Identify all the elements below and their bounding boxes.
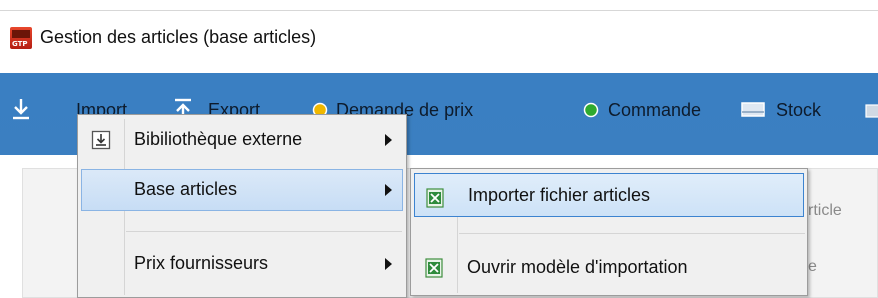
submenu-arrow-icon bbox=[385, 258, 392, 270]
window-title: Gestion des articles (base articles) bbox=[40, 27, 317, 47]
excel-icon bbox=[425, 258, 443, 278]
menu-item-label: Base articles bbox=[134, 179, 238, 199]
menu-item-prix-fournisseurs[interactable]: Prix fournisseurs bbox=[81, 243, 403, 285]
menu-item-label: Prix fournisseurs bbox=[134, 253, 269, 273]
import-menu: Bibiliothèque externe Base articles Prix… bbox=[77, 114, 407, 298]
excel-icon bbox=[426, 188, 444, 208]
menu-item-bibliotheque-externe[interactable]: Bibiliothèque externe bbox=[81, 119, 403, 161]
base-articles-submenu: Importer fichier articles Ouvrir modèle … bbox=[410, 168, 808, 296]
panel-column-text: rticle bbox=[808, 202, 842, 219]
app-logo-icon: GTP bbox=[10, 27, 32, 49]
import-icon bbox=[91, 130, 111, 150]
panel-column-text-2: e bbox=[808, 258, 817, 275]
menu-item-label: Importer fichier articles bbox=[468, 185, 651, 205]
menu-separator bbox=[126, 231, 402, 232]
stock-button[interactable]: Stock bbox=[776, 100, 821, 121]
import-arrow-icon bbox=[13, 99, 29, 120]
menu-item-base-articles[interactable]: Base articles bbox=[81, 169, 403, 211]
stock-icon bbox=[741, 102, 765, 117]
app-logo-text: GTP bbox=[12, 40, 28, 48]
menu-item-importer-fichier-articles[interactable]: Importer fichier articles bbox=[414, 173, 804, 217]
menu-item-label: Bibiliothèque externe bbox=[134, 129, 303, 149]
menu-separator bbox=[459, 233, 805, 234]
order-dot-icon bbox=[583, 102, 599, 118]
more-tool-icon bbox=[865, 104, 878, 118]
submenu-arrow-icon bbox=[385, 134, 392, 146]
menu-item-label: Ouvrir modèle d'importation bbox=[467, 257, 688, 277]
menu-item-ouvrir-modele-importation[interactable]: Ouvrir modèle d'importation bbox=[414, 247, 804, 289]
submenu-arrow-icon bbox=[385, 184, 392, 196]
order-button[interactable]: Commande bbox=[608, 100, 701, 121]
